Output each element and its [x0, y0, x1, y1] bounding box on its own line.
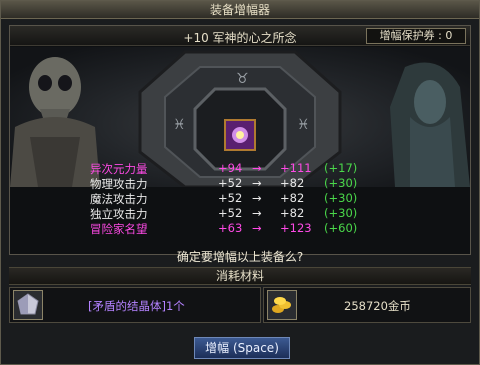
crystal-material-text: [矛盾的结晶体]1个 — [88, 299, 185, 313]
svg-text:♓: ♓ — [173, 117, 186, 133]
gold-material: 258720金币 — [263, 287, 471, 323]
arrow-icon: → — [252, 176, 262, 190]
window-title[interactable]: 装备增幅器 — [1, 1, 479, 19]
stat-to: +82 — [280, 206, 305, 220]
confirm-question: 确定要增幅以上装备么? — [176, 250, 304, 264]
stat-to: +82 — [280, 176, 305, 190]
gold-coins-icon[interactable] — [267, 290, 297, 320]
stat-row: 物理攻击力 +52 → +82 (+30) — [10, 176, 470, 191]
materials-header: 消耗材料 — [9, 267, 471, 285]
protection-ticket-count: 增幅保护券 : 0 — [366, 28, 466, 44]
stat-row: 异次元力量 +94 → +111 (+17) — [10, 161, 470, 176]
stat-label: 异次元力量 — [90, 162, 148, 176]
stat-label: 冒险家名望 — [90, 222, 148, 236]
stat-from: +94 — [218, 161, 243, 175]
stat-from: +52 — [218, 191, 243, 205]
arrow-icon: → — [252, 161, 262, 175]
stat-delta: (+30) — [324, 176, 358, 190]
stat-label: 物理攻击力 — [90, 177, 148, 191]
pendant-icon — [226, 121, 254, 149]
enhance-panel: +10 军神的心之所念 增幅保护券 : 0 ♉ ♓ ♓ 异次元力量 +94 → … — [9, 25, 471, 255]
item-name-bar: +10 军神的心之所念 增幅保护券 : 0 — [10, 26, 470, 46]
arrow-icon: → — [252, 221, 262, 235]
stat-label: 独立攻击力 — [90, 207, 148, 221]
enhance-button[interactable]: 增幅 (Space) — [194, 337, 290, 359]
crystal-icon[interactable] — [13, 290, 43, 320]
stat-delta: (+60) — [324, 221, 358, 235]
stat-from: +52 — [218, 176, 243, 190]
crystal-material: [矛盾的结晶体]1个 — [9, 287, 261, 323]
stat-from: +52 — [218, 206, 243, 220]
equipment-enhancer-window: 装备增幅器 +10 军神的心之所念 增幅保护券 : 0 ♉ ♓ ♓ 异次元力量 … — [0, 0, 480, 365]
svg-text:♓: ♓ — [297, 117, 310, 133]
stat-row: 独立攻击力 +52 → +82 (+30) — [10, 206, 470, 221]
stat-label: 魔法攻击力 — [90, 192, 148, 206]
stat-row: 冒险家名望 +63 → +123 (+60) — [10, 221, 470, 236]
stat-to: +123 — [280, 221, 312, 235]
stat-list: 异次元力量 +94 → +111 (+17) 物理攻击力 +52 → +82 (… — [10, 161, 470, 241]
stat-to: +82 — [280, 191, 305, 205]
arrow-icon: → — [252, 191, 262, 205]
stat-delta: (+17) — [324, 161, 358, 175]
stat-row: 魔法攻击力 +52 → +82 (+30) — [10, 191, 470, 206]
stat-delta: (+30) — [324, 206, 358, 220]
arrow-icon: → — [252, 206, 262, 220]
stat-from: +63 — [218, 221, 243, 235]
svg-text:♉: ♉ — [236, 71, 249, 87]
stat-delta: (+30) — [324, 191, 358, 205]
gold-material-text: 258720金币 — [344, 299, 411, 313]
stat-to: +111 — [280, 161, 312, 175]
equipment-slot[interactable] — [224, 119, 256, 151]
